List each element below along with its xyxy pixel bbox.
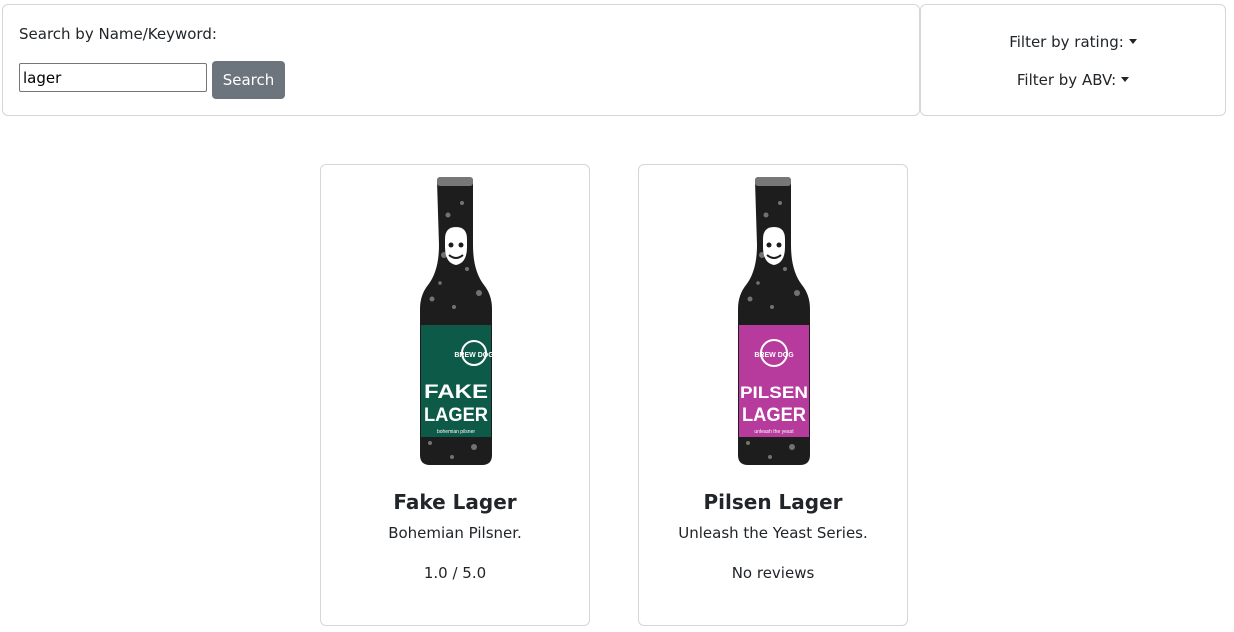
- search-input[interactable]: [19, 63, 207, 92]
- filter-rating-dropdown[interactable]: Filter by rating:: [921, 33, 1225, 51]
- beer-name: Fake Lager: [393, 490, 517, 514]
- svg-text:LAGER: LAGER: [742, 405, 806, 426]
- beer-bottle-image: BREW DOG PILSEN LAGER unleash the yeast: [738, 177, 810, 465]
- filter-abv-label: Filter by ABV:: [1016, 71, 1117, 89]
- filter-rating-label: Filter by rating:: [1009, 33, 1124, 51]
- svg-text:BREW DOG: BREW DOG: [454, 352, 494, 359]
- svg-text:FAKE: FAKE: [424, 382, 488, 403]
- beer-description: Unleash the Yeast Series.: [678, 524, 868, 542]
- beer-rating: No reviews: [731, 564, 815, 582]
- svg-text:BREW DOG: BREW DOG: [754, 352, 794, 359]
- beer-name: Pilsen Lager: [703, 490, 843, 514]
- beer-card[interactable]: BREW DOG PILSEN LAGER unleash the yeast …: [638, 164, 908, 626]
- svg-text:PILSEN: PILSEN: [740, 383, 808, 402]
- svg-text:bohemian pilsner: bohemian pilsner: [437, 429, 475, 435]
- search-button[interactable]: Search: [212, 61, 285, 99]
- filter-abv-dropdown[interactable]: Filter by ABV:: [921, 71, 1225, 89]
- caret-down-icon: [1128, 39, 1137, 44]
- beer-bottle-image: BREW DOG FAKE LAGER bohemian pilsner: [420, 177, 494, 465]
- search-label: Search by Name/Keyword:: [19, 25, 217, 43]
- filter-panel: Filter by rating: Filter by ABV:: [920, 4, 1226, 116]
- search-panel: Search by Name/Keyword: Search: [2, 4, 920, 116]
- beer-rating: 1.0 / 5.0: [423, 564, 487, 582]
- svg-text:LAGER: LAGER: [424, 405, 488, 426]
- beer-description: Bohemian Pilsner.: [388, 524, 522, 542]
- beer-card[interactable]: BREW DOG FAKE LAGER bohemian pilsner Fak…: [320, 164, 590, 626]
- svg-text:unleash the yeast: unleash the yeast: [754, 429, 794, 435]
- caret-down-icon: [1121, 77, 1130, 82]
